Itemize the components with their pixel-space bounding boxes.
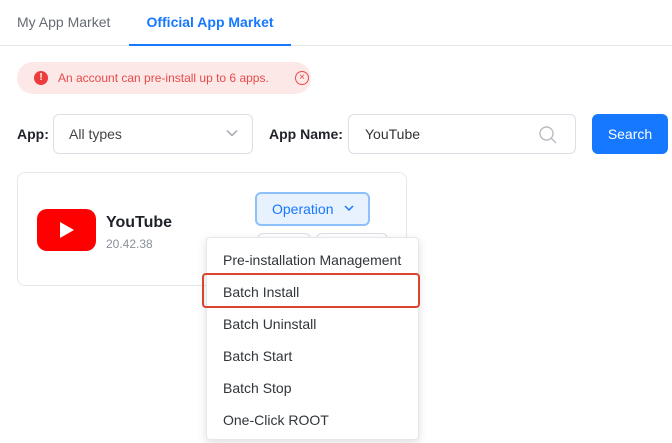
menu-item-batch-stop[interactable]: Batch Stop bbox=[207, 372, 418, 404]
chevron-down-icon bbox=[226, 130, 238, 137]
tab-my-app-market[interactable]: My App Market bbox=[17, 0, 110, 46]
app-name-value: YouTube bbox=[365, 126, 421, 142]
app-name-input[interactable]: YouTube bbox=[348, 114, 576, 154]
app-type-select[interactable]: All types bbox=[53, 114, 253, 154]
limit-alert: ! An account can pre-install up to 6 app… bbox=[17, 62, 311, 94]
menu-item-batch-start[interactable]: Batch Start bbox=[207, 340, 418, 372]
operation-label: Operation bbox=[272, 201, 334, 217]
tab-official-app-market[interactable]: Official App Market bbox=[129, 0, 291, 46]
search-button[interactable]: Search bbox=[592, 114, 668, 154]
menu-item-one-click-root[interactable]: One-Click ROOT bbox=[207, 404, 418, 436]
menu-item-pre-installation-management[interactable]: Pre-installation Management bbox=[207, 244, 418, 276]
youtube-logo bbox=[37, 209, 96, 251]
search-icon[interactable] bbox=[538, 125, 558, 145]
app-name-label: App Name: bbox=[269, 126, 343, 142]
close-circle-icon[interactable]: × bbox=[295, 71, 309, 85]
operation-menu: Pre-installation Management Batch Instal… bbox=[206, 237, 419, 440]
error-circle-icon: ! bbox=[34, 71, 48, 85]
chevron-down-icon bbox=[344, 205, 354, 212]
market-tabs: My App Market Official App Market bbox=[0, 0, 672, 46]
app-name: YouTube bbox=[106, 214, 173, 231]
alert-message: An account can pre-install up to 6 apps. bbox=[58, 71, 269, 85]
app-type-value: All types bbox=[69, 126, 122, 142]
app-version: 20.42.38 bbox=[106, 237, 153, 251]
app-type-label: App: bbox=[17, 126, 49, 142]
operation-dropdown-button[interactable]: Operation bbox=[255, 192, 370, 226]
menu-item-batch-uninstall[interactable]: Batch Uninstall bbox=[207, 308, 418, 340]
highlight-box bbox=[202, 273, 420, 308]
